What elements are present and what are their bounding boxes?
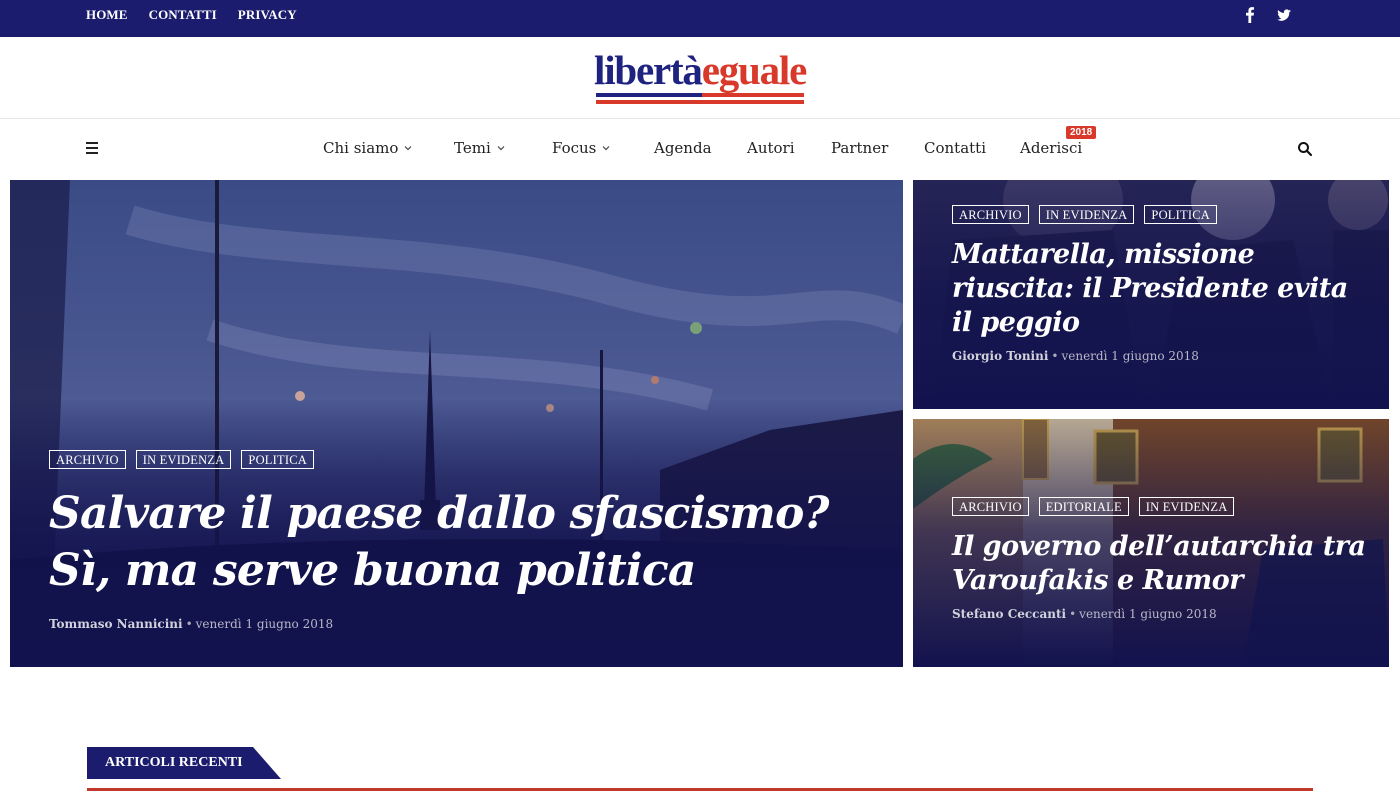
- logo-stripe-red: [596, 100, 804, 104]
- nav-item-autori[interactable]: Autori: [747, 139, 795, 157]
- nav-item-label: Focus: [552, 139, 597, 157]
- hamburger-menu-icon[interactable]: [86, 142, 100, 156]
- tag-in-evidenza[interactable]: IN EVIDENZA: [1038, 205, 1135, 224]
- featured-article-content: ARCHIVIO IN EVIDENZA POLITICA Salvare il…: [49, 450, 869, 631]
- article-title[interactable]: Il governo dell’autarchia tra Varoufakis…: [952, 530, 1382, 598]
- nav-item-temi[interactable]: Temi: [454, 139, 505, 157]
- logo-stripe-blue: [596, 93, 702, 97]
- featured-article-content: ARCHIVIO IN EVIDENZA POLITICA Mattarella…: [952, 205, 1372, 363]
- nav-item-label: Aderisci: [1020, 139, 1083, 157]
- logo-area: libertàeguale: [0, 37, 1400, 119]
- tag-politica[interactable]: POLITICA: [241, 450, 314, 469]
- article-date: venerdì 1 giugno 2018: [1061, 349, 1199, 363]
- section-divider: [87, 788, 1313, 791]
- nav-item-aderisci[interactable]: Aderisci: [1020, 139, 1082, 157]
- top-bar: HOME CONTATTI PRIVACY: [0, 0, 1400, 37]
- article-tags: ARCHIVIO EDITORIALE IN EVIDENZA: [952, 497, 1382, 516]
- tag-politica[interactable]: POLITICA: [1144, 205, 1217, 224]
- logo-text-eguale: eguale: [701, 47, 808, 93]
- search-icon[interactable]: [1297, 141, 1313, 157]
- article-author[interactable]: Stefano Ceccanti: [952, 607, 1066, 621]
- social-links: [1242, 5, 1292, 25]
- nav-item-contatti[interactable]: Contatti: [924, 139, 986, 157]
- section-title-block: ARTICOLI RECENTI: [87, 747, 281, 779]
- article-author[interactable]: Tommaso Nannicini: [49, 617, 183, 631]
- article-tags: ARCHIVIO IN EVIDENZA POLITICA: [952, 205, 1372, 224]
- nav-item-label: Agenda: [654, 139, 712, 157]
- nav-item-label: Autori: [747, 139, 795, 157]
- chevron-down-icon: [497, 146, 505, 151]
- article-title[interactable]: Salvare il paese dallo sfascismo? Sì, ma…: [49, 485, 869, 599]
- top-link-home[interactable]: HOME: [86, 7, 128, 23]
- article-meta: Tommaso Nannicini • venerdì 1 giugno 2018: [49, 617, 334, 631]
- article-author[interactable]: Giorgio Tonini: [952, 349, 1048, 363]
- tag-archivio[interactable]: ARCHIVIO: [952, 497, 1029, 516]
- article-title[interactable]: Mattarella, missione riuscita: il Presid…: [952, 238, 1372, 340]
- nav-item-label: Temi: [454, 139, 491, 157]
- article-date: venerdì 1 giugno 2018: [195, 617, 334, 631]
- tag-in-evidenza[interactable]: IN EVIDENZA: [1138, 497, 1235, 516]
- article-date: venerdì 1 giugno 2018: [1079, 607, 1217, 621]
- tag-in-evidenza[interactable]: IN EVIDENZA: [135, 450, 232, 469]
- logo-text-liberta: libertà: [594, 47, 703, 93]
- tag-archivio[interactable]: ARCHIVIO: [49, 450, 126, 469]
- top-links: HOME CONTATTI PRIVACY: [86, 0, 297, 29]
- top-link-privacy[interactable]: PRIVACY: [238, 7, 297, 23]
- chevron-down-icon: [602, 146, 610, 151]
- article-meta: Giorgio Tonini • venerdì 1 giugno 2018: [952, 349, 1199, 363]
- nav-item-focus[interactable]: Focus: [552, 139, 610, 157]
- featured-article-main[interactable]: ARCHIVIO IN EVIDENZA POLITICA Salvare il…: [10, 180, 903, 667]
- article-tags: ARCHIVIO IN EVIDENZA POLITICA: [49, 450, 869, 469]
- article-meta: Stefano Ceccanti • venerdì 1 giugno 2018: [952, 607, 1217, 621]
- section-title: ARTICOLI RECENTI: [105, 755, 243, 770]
- featured-article-content: ARCHIVIO EDITORIALE IN EVIDENZA Il gover…: [952, 497, 1382, 621]
- top-link-contatti[interactable]: CONTATTI: [149, 7, 217, 23]
- nav-item-label: Partner: [831, 139, 889, 157]
- twitter-icon[interactable]: [1276, 5, 1292, 25]
- nav-item-chi-siamo[interactable]: Chi siamo: [323, 139, 412, 157]
- tag-editoriale[interactable]: EDITORIALE: [1038, 497, 1129, 516]
- featured-article-side-2[interactable]: ARCHIVIO EDITORIALE IN EVIDENZA Il gover…: [913, 419, 1389, 667]
- site-logo[interactable]: libertàeguale: [594, 47, 808, 106]
- nav-badge-2018: 2018: [1066, 126, 1097, 139]
- nav-item-partner[interactable]: Partner: [831, 139, 888, 157]
- nav-item-label: Chi siamo: [323, 139, 399, 157]
- nav-item-agenda[interactable]: Agenda: [654, 139, 712, 157]
- featured-article-side-1[interactable]: ARCHIVIO IN EVIDENZA POLITICA Mattarella…: [913, 180, 1389, 409]
- main-nav: Chi siamo Temi Focus Agenda Autori Partn…: [0, 120, 1400, 180]
- nav-item-label: Contatti: [924, 139, 986, 157]
- logo-stripe-red-top: [702, 93, 804, 97]
- facebook-icon[interactable]: [1242, 5, 1258, 25]
- chevron-down-icon: [404, 146, 412, 151]
- tag-archivio[interactable]: ARCHIVIO: [952, 205, 1029, 224]
